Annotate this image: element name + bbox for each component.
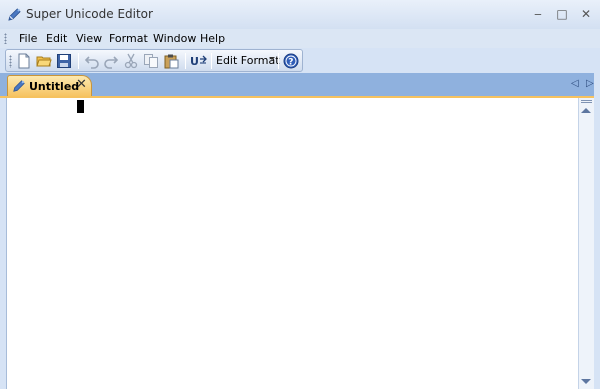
tab-untitled[interactable]: Untitled ✕ <box>7 75 92 97</box>
help-icon[interactable]: ? <box>283 53 299 69</box>
tab-label: Untitled <box>29 80 80 93</box>
text-editor[interactable] <box>6 98 578 389</box>
window-border <box>594 73 600 389</box>
menu-view[interactable]: View <box>76 32 102 45</box>
copy-icon[interactable] <box>143 53 159 69</box>
app-window: Super Unicode Editor ‒ □ ✕ File Edit Vie… <box>0 0 600 389</box>
menu-edit[interactable]: Edit <box>46 32 67 45</box>
text-caret <box>77 100 84 113</box>
toolbar-separator <box>211 53 212 69</box>
maximize-button[interactable]: □ <box>552 5 572 23</box>
tab-strip: Untitled ✕ <box>0 73 600 97</box>
svg-text:U: U <box>190 55 199 68</box>
split-handle[interactable] <box>581 100 592 103</box>
unicode-convert-icon[interactable]: U <box>190 53 208 69</box>
edit-format-dropdown[interactable]: Edit Format <box>216 54 280 67</box>
scroll-down-icon[interactable] <box>581 379 591 384</box>
toolbar-separator <box>278 53 279 69</box>
vertical-scrollbar[interactable] <box>578 98 594 389</box>
menu-help[interactable]: Help <box>200 32 225 45</box>
paste-icon[interactable] <box>163 53 179 69</box>
scroll-up-icon[interactable] <box>581 108 591 113</box>
cut-icon[interactable] <box>123 53 139 69</box>
window-title: Super Unicode Editor <box>26 7 153 21</box>
pen-icon <box>8 8 21 21</box>
menu-file[interactable]: File <box>19 32 37 45</box>
close-button[interactable]: ✕ <box>576 5 596 23</box>
open-folder-icon[interactable] <box>36 53 52 69</box>
close-tab-icon[interactable]: ✕ <box>76 77 87 92</box>
chevron-down-icon[interactable] <box>269 57 275 60</box>
toolbar-separator <box>185 53 186 69</box>
minimize-button[interactable]: ‒ <box>528 5 548 23</box>
toolbar: U Edit Format ? <box>5 49 303 72</box>
menu-bar: File Edit View Format Window Help <box>0 29 600 48</box>
tab-scroll-right-icon[interactable]: ▷ <box>586 78 594 89</box>
redo-icon[interactable] <box>103 53 119 69</box>
svg-text:?: ? <box>288 58 293 68</box>
toolbar-grip[interactable] <box>9 55 12 68</box>
new-document-icon[interactable] <box>16 53 32 69</box>
menu-window[interactable]: Window <box>153 32 196 45</box>
toolbar-separator <box>78 53 79 69</box>
pen-icon <box>13 80 25 92</box>
menu-grip[interactable] <box>4 33 7 44</box>
tab-scroll-left-icon[interactable]: ◁ <box>571 78 579 89</box>
undo-icon[interactable] <box>84 53 100 69</box>
title-bar: Super Unicode Editor ‒ □ ✕ <box>0 0 600 29</box>
save-icon[interactable] <box>56 53 72 69</box>
menu-format[interactable]: Format <box>109 32 148 45</box>
